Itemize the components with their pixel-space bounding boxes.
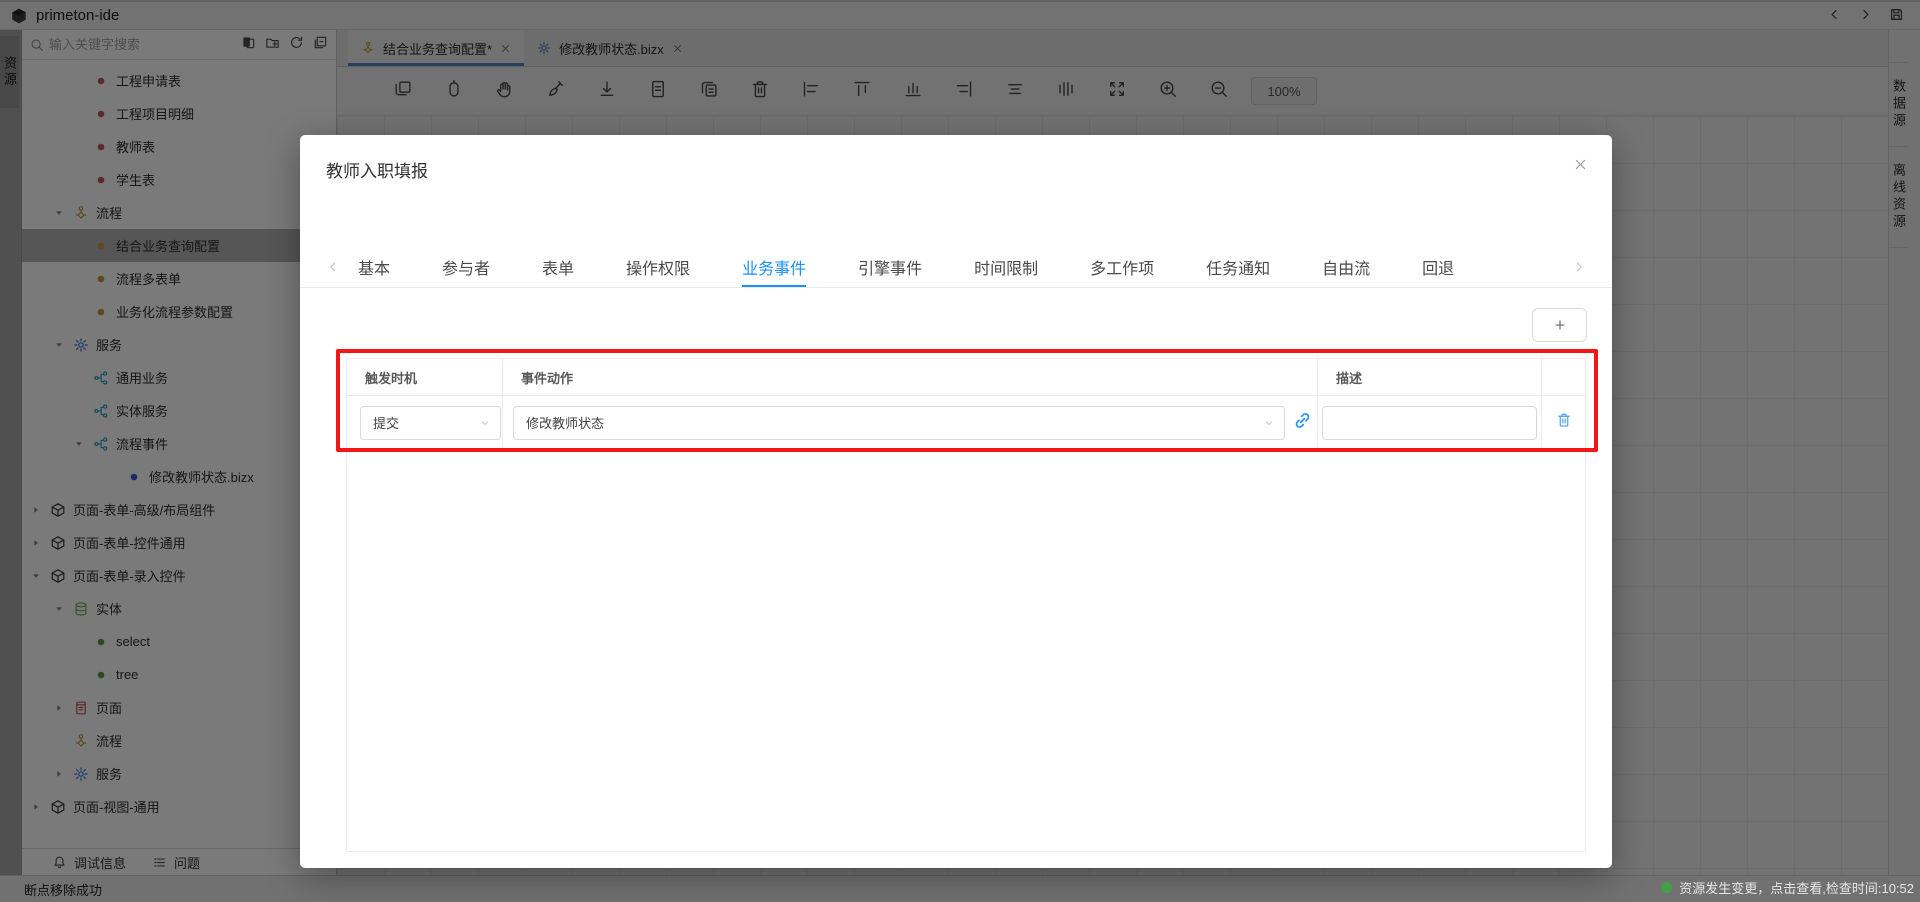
dialog-tab[interactable]: 表单 <box>542 247 574 287</box>
tabs-scroll-right-icon[interactable] <box>1572 260 1586 274</box>
business-events-table: 触发时机事件动作描述 提交 修改教师状态 <box>346 358 1586 852</box>
table-row: 提交 修改教师状态 <box>347 396 1585 450</box>
dialog-tab[interactable]: 任务通知 <box>1206 247 1270 287</box>
dialog-tab[interactable]: 业务事件 <box>742 247 806 287</box>
resource-change-notice[interactable]: 资源发生变更，点击查看,检查时间:10:52 <box>1661 878 1914 897</box>
teacher-onboarding-dialog: 教师入职填报 基本 参与者 表单 操作权限 业务事件 引擎事件 时间限制 多工作项 任务通知 自由… <box>300 135 1612 868</box>
dialog-tab[interactable]: 基本 <box>358 247 390 287</box>
column-header: 描述 <box>1318 359 1542 395</box>
action-cell: 修改教师状态 <box>503 396 1318 449</box>
trigger-select[interactable]: 提交 <box>360 406 501 440</box>
delete-row-button[interactable] <box>1556 412 1572 433</box>
open-link-button[interactable] <box>1293 411 1312 435</box>
link-icon <box>1293 411 1312 430</box>
dialog-title: 教师入职填报 <box>326 157 428 182</box>
dialog-tab[interactable]: 引擎事件 <box>858 247 922 287</box>
action-select[interactable]: 修改教师状态 <box>513 406 1285 440</box>
action-select-value: 修改教师状态 <box>526 413 604 432</box>
status-green-dot <box>1661 882 1672 893</box>
chevron-down-icon <box>479 417 491 429</box>
dialog-tab[interactable]: 参与者 <box>442 247 490 287</box>
add-row-button[interactable] <box>1532 308 1587 342</box>
column-header: 触发时机 <box>347 359 503 395</box>
description-input[interactable] <box>1322 406 1537 440</box>
table-header-row: 触发时机事件动作描述 <box>347 359 1585 396</box>
dialog-tab[interactable]: 操作权限 <box>626 247 690 287</box>
close-icon[interactable] <box>1573 157 1588 172</box>
tabs-scroll-left-icon[interactable] <box>326 260 340 274</box>
dialog-tab[interactable]: 多工作项 <box>1090 247 1154 287</box>
trash-icon <box>1556 412 1572 428</box>
dialog-tab[interactable]: 回退 <box>1422 247 1454 287</box>
plus-icon <box>1553 318 1567 332</box>
row-actions-cell <box>1542 396 1585 449</box>
dialog-tab[interactable]: 时间限制 <box>974 247 1038 287</box>
dialog-tab-bar: 基本 参与者 表单 操作权限 业务事件 引擎事件 时间限制 多工作项 任务通知 自由流 回退 <box>300 247 1612 288</box>
dialog-tab[interactable]: 自由流 <box>1322 247 1370 287</box>
table-body: 提交 修改教师状态 <box>347 396 1585 450</box>
close-icon[interactable] <box>1573 157 1588 172</box>
trigger-select-value: 提交 <box>373 413 399 432</box>
column-header-actions <box>1542 359 1585 395</box>
resource-change-text: 资源发生变更，点击查看,检查时间:10:52 <box>1679 878 1914 897</box>
column-header: 事件动作 <box>503 359 1318 395</box>
chevron-down-icon <box>1263 417 1275 429</box>
description-cell <box>1318 396 1542 449</box>
trigger-cell: 提交 <box>347 396 503 449</box>
